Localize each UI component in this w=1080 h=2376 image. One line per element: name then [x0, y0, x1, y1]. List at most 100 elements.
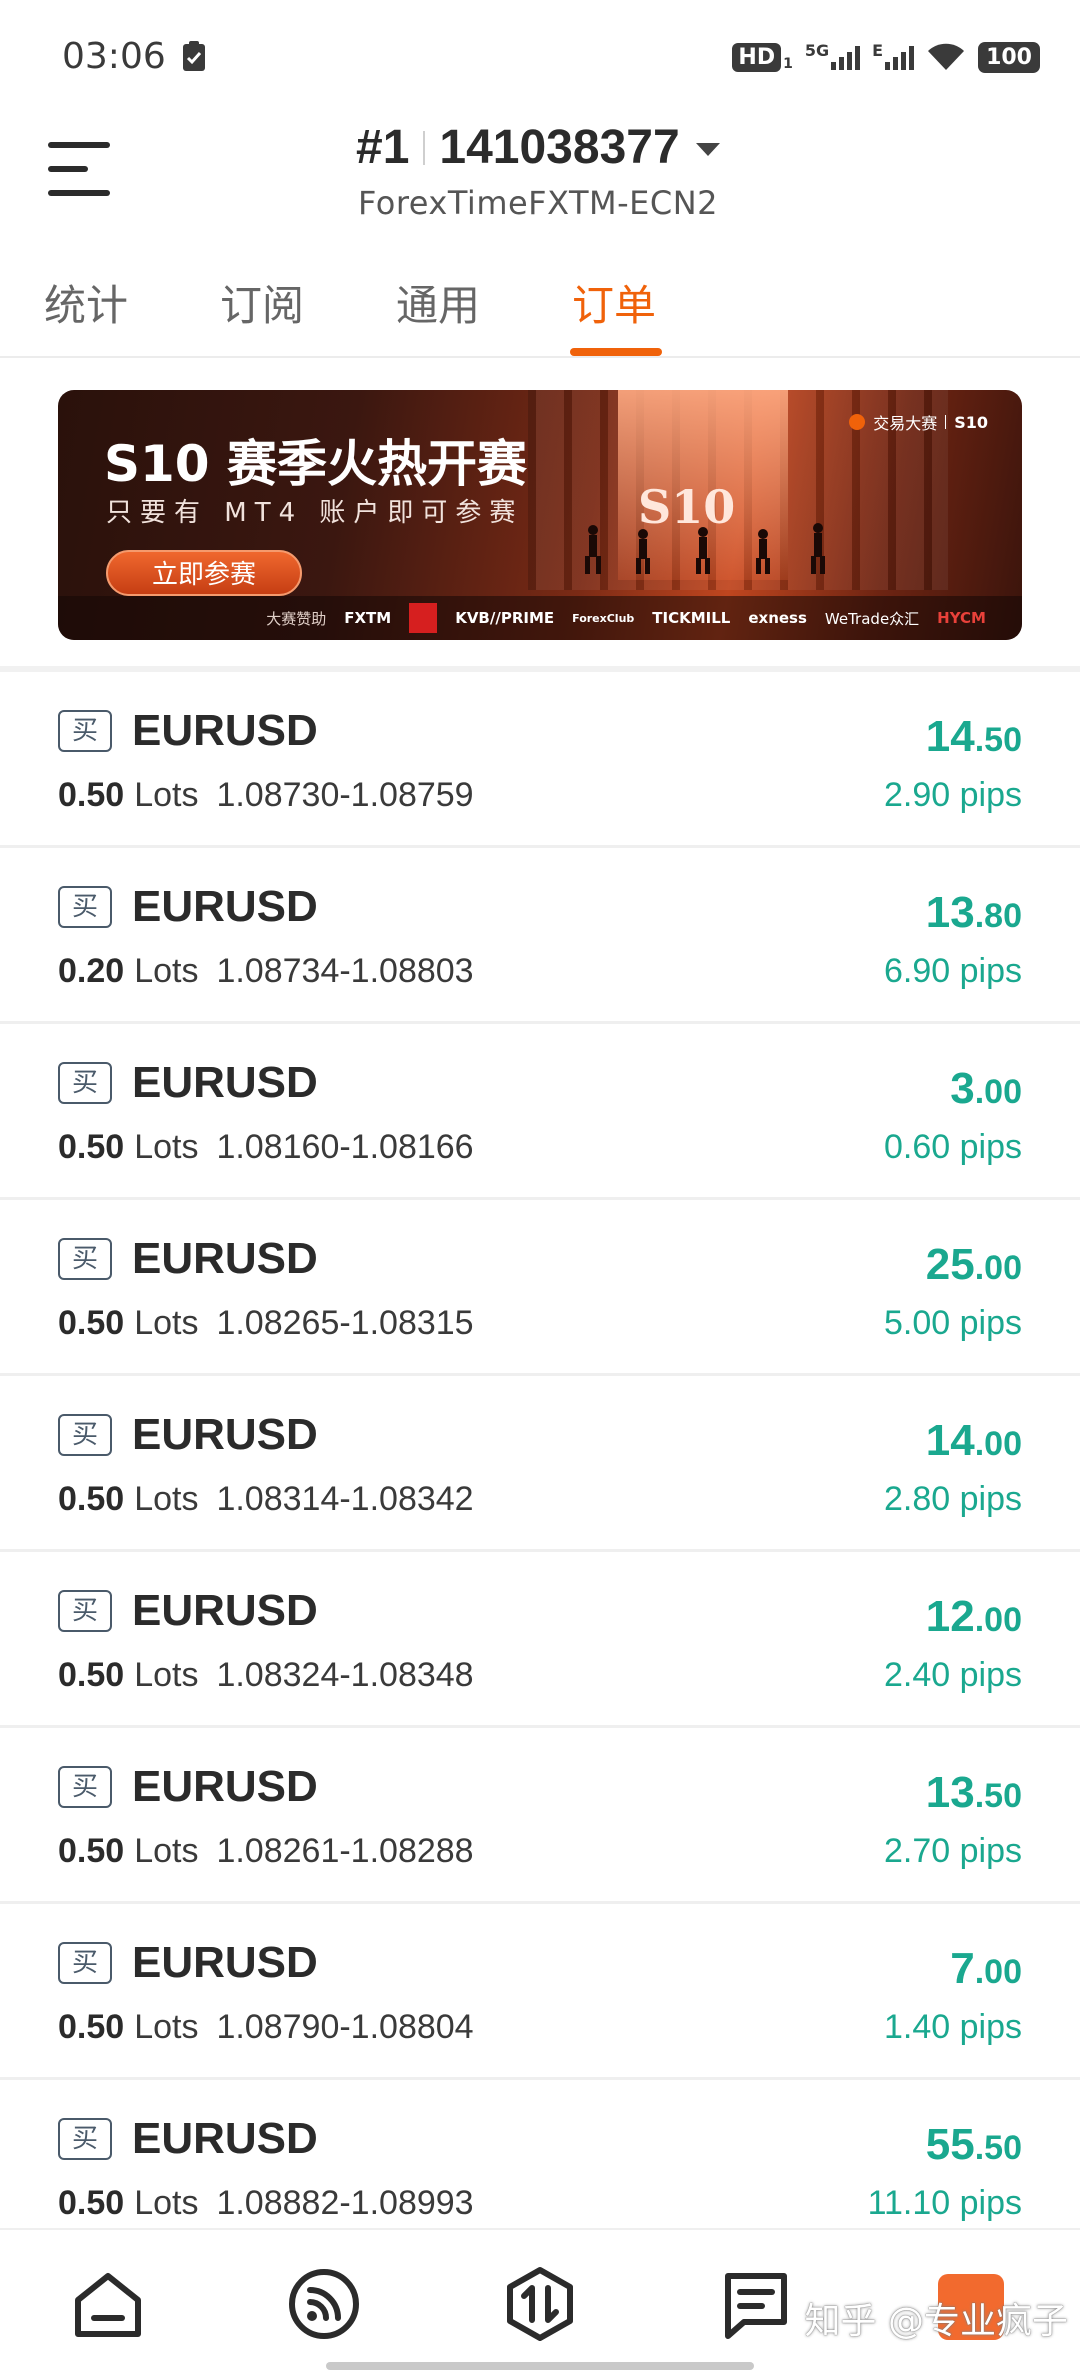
clipboard-icon	[183, 41, 205, 71]
banner-brand-season: S10	[954, 412, 988, 432]
order-profit: 13.80	[926, 888, 1022, 938]
order-lots: 0.20	[58, 952, 125, 990]
order-lots: 0.50	[58, 1304, 125, 1342]
order-lots: 0.50	[58, 1656, 125, 1694]
battery-icon: 100	[978, 41, 1040, 73]
order-symbol: EURUSD	[132, 2114, 318, 2163]
buy-side-badge: 买	[58, 1414, 112, 1456]
subscription-icon[interactable]	[284, 2264, 364, 2344]
order-lots-unit: Lots	[134, 1128, 199, 1166]
order-row[interactable]: 买 EURUSD 0.50 Lots 1.08730-1.08759 14.50 2.90 …	[0, 672, 1080, 848]
orders-list: 买 EURUSD 0.50 Lots 1.08730-1.08759 14.50 2.90 …	[0, 672, 1080, 2256]
order-row[interactable]: 买 EURUSD 0.50 Lots 1.08265-1.08315 25.00 5.00 …	[0, 1200, 1080, 1376]
order-profit: 14.50	[926, 712, 1022, 762]
buy-side-badge: 买	[58, 886, 112, 928]
order-lots-unit: Lots	[134, 952, 199, 990]
banner-title: S10 赛季火热开赛	[104, 435, 527, 493]
order-row[interactable]: 买 EURUSD 0.20 Lots 1.08734-1.08803 13.80 6.90 …	[0, 848, 1080, 1024]
order-profit-decimal: .00	[974, 1425, 1022, 1463]
sponsor-fxpro-logo	[409, 603, 438, 633]
banner-brand-label: 交易大赛	[873, 414, 938, 433]
order-row[interactable]: 买 EURUSD 0.50 Lots 1.08160-1.08166 3.00 0.60 p…	[0, 1024, 1080, 1200]
order-pips: 0.60 pips	[884, 1128, 1022, 1166]
order-row[interactable]: 买 EURUSD 0.50 Lots 1.08324-1.08348 12.00 2.40 …	[0, 1552, 1080, 1728]
order-lots-unit: Lots	[134, 2008, 199, 2046]
account-separator	[423, 130, 426, 165]
watermark: 知乎 @专业疯子	[804, 2301, 1068, 2342]
join-now-button[interactable]: 立即参赛	[106, 550, 302, 596]
trade-icon[interactable]	[500, 2264, 580, 2344]
order-pips: 5.00 pips	[884, 1304, 1022, 1342]
order-details: 0.50 Lots 1.08790-1.08804	[58, 2008, 474, 2047]
order-symbol: EURUSD	[132, 1938, 318, 1987]
order-profit-decimal: .00	[974, 1249, 1022, 1287]
order-lots-unit: Lots	[134, 1832, 199, 1870]
order-details: 0.50 Lots 1.08265-1.08315	[58, 1304, 474, 1343]
order-profit: 13.50	[926, 1768, 1022, 1818]
order-price-range: 1.08882-1.08993	[216, 2184, 474, 2222]
order-price-range: 1.08265-1.08315	[216, 1304, 474, 1342]
account-server: ForexTimeFXTM-ECN2	[358, 184, 718, 222]
tab-statistics[interactable]: 统计	[44, 272, 128, 333]
brand-separator	[945, 415, 947, 429]
wifi-icon	[928, 43, 965, 70]
order-details: 0.50 Lots 1.08882-1.08993	[58, 2184, 474, 2223]
hd-sub: 1	[783, 56, 793, 72]
account-selector[interactable]: #1 141038377	[356, 120, 720, 175]
order-lots: 0.50	[58, 1480, 125, 1518]
order-profit-integer: 12	[925, 1592, 975, 1641]
buy-side-badge: 买	[58, 2118, 112, 2160]
sponsor-kvb: KVB//PRIME	[455, 609, 555, 627]
message-icon[interactable]	[716, 2264, 796, 2344]
order-symbol: EURUSD	[132, 1410, 318, 1459]
order-row[interactable]: 买 EURUSD 0.50 Lots 1.08261-1.08288 13.50 2.70 …	[0, 1728, 1080, 1904]
order-profit-integer: 25	[925, 1240, 975, 1289]
order-profit-decimal: .00	[974, 1601, 1022, 1639]
caret-down-icon	[695, 143, 720, 156]
tab-bar: 统计 订阅 通用 订单	[0, 260, 1080, 358]
home-indicator[interactable]	[326, 2362, 754, 2370]
buy-side-badge: 买	[58, 1238, 112, 1280]
sponsor-label: 大赛赞助	[266, 609, 327, 628]
order-symbol: EURUSD	[132, 1586, 318, 1635]
signal-icon-1	[831, 44, 861, 70]
order-profit-integer: 55	[925, 2120, 975, 2169]
buy-side-badge: 买	[58, 1062, 112, 1104]
sponsor-strip: 大赛赞助 FXTM KVB//PRIME ForexClub TICKMILL …	[58, 596, 1022, 640]
order-lots: 0.50	[58, 2184, 125, 2222]
tab-general[interactable]: 通用	[396, 272, 480, 333]
order-pips: 2.90 pips	[884, 776, 1022, 814]
buy-side-badge: 买	[58, 710, 112, 752]
home-icon[interactable]	[68, 2264, 148, 2344]
order-row[interactable]: 买 EURUSD 0.50 Lots 1.08314-1.08342 14.00 2.80 …	[0, 1376, 1080, 1552]
order-profit-decimal: .80	[974, 897, 1022, 935]
order-details: 0.50 Lots 1.08324-1.08348	[58, 1656, 474, 1695]
signal-icon-2	[885, 44, 915, 70]
order-lots-unit: Lots	[134, 1480, 199, 1518]
order-lots-unit: Lots	[134, 2184, 199, 2222]
order-pips: 2.70 pips	[884, 1832, 1022, 1870]
order-price-range: 1.08324-1.08348	[216, 1656, 474, 1694]
tab-subscription[interactable]: 订阅	[220, 272, 304, 333]
order-lots: 0.50	[58, 776, 125, 814]
order-profit: 55.50	[926, 2120, 1022, 2170]
tab-orders[interactable]: 订单	[572, 272, 656, 333]
order-details: 0.50 Lots 1.08730-1.08759	[58, 776, 474, 815]
promo-banner[interactable]: S10 交易大赛 S10 S10 赛季火热开赛 只要有 MT4 账户即可参赛 立…	[58, 390, 1022, 640]
order-pips: 6.90 pips	[884, 952, 1022, 990]
order-lots-unit: Lots	[134, 1304, 199, 1342]
order-profit-decimal: .50	[974, 2129, 1022, 2167]
order-profit: 3.00	[950, 1064, 1022, 1114]
order-price-range: 1.08734-1.08803	[216, 952, 474, 990]
order-pips: 11.10 pips	[867, 2184, 1022, 2222]
order-details: 0.50 Lots 1.08314-1.08342	[58, 1480, 474, 1519]
order-details: 0.50 Lots 1.08261-1.08288	[58, 1832, 474, 1871]
order-row[interactable]: 买 EURUSD 0.50 Lots 1.08790-1.08804 7.00 1.40 p…	[0, 1904, 1080, 2080]
order-lots-unit: Lots	[134, 1656, 199, 1694]
buy-side-badge: 买	[58, 1766, 112, 1808]
menu-icon[interactable]	[48, 142, 112, 198]
network-e-label: E	[872, 40, 884, 60]
order-price-range: 1.08314-1.08342	[216, 1480, 474, 1518]
order-profit-decimal: .50	[974, 721, 1022, 759]
banner-brand: 交易大赛 S10	[849, 410, 988, 434]
